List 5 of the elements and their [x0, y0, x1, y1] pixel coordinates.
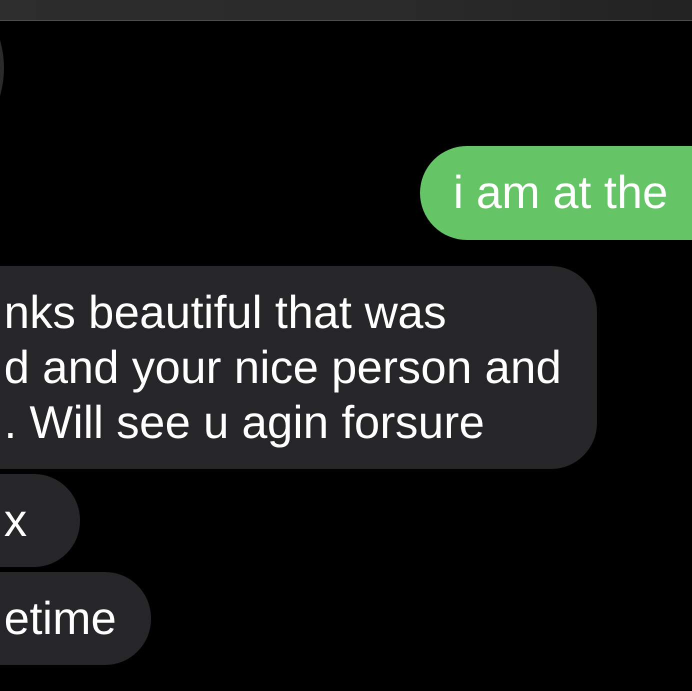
message-bubble: etime [0, 572, 152, 665]
message-bubble [0, 40, 4, 96]
message-bubble: nks beautiful that was d and your nice person and . Will see u agin forsure [0, 266, 597, 469]
message-bubble: x [0, 474, 80, 567]
message-bubble: i am at the [420, 146, 692, 240]
